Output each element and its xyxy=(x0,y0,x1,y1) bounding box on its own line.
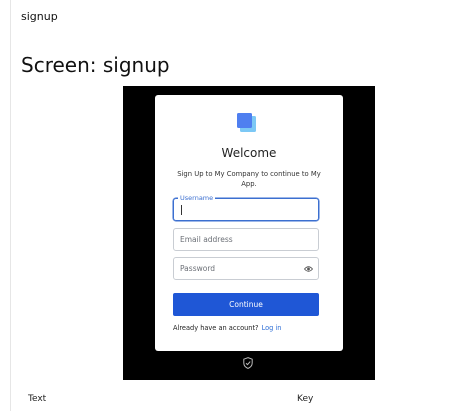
table-header-key: Key xyxy=(297,394,314,404)
login-prompt-text: Already have an account? xyxy=(173,324,259,332)
email-field[interactable] xyxy=(173,228,319,251)
left-divider xyxy=(10,0,11,411)
signup-subtitle: Sign Up to My Company to continue to My … xyxy=(177,170,321,188)
login-prompt-row: Already have an account? Log in xyxy=(173,324,281,332)
username-input[interactable] xyxy=(180,199,300,220)
screenshot-preview: Welcome Sign Up to My Company to continu… xyxy=(123,86,375,380)
continue-button[interactable]: Continue xyxy=(173,293,319,316)
signup-card: Welcome Sign Up to My Company to continu… xyxy=(155,95,343,351)
password-input[interactable] xyxy=(180,258,300,279)
welcome-heading: Welcome xyxy=(221,146,277,160)
stacked-cards-logo-icon xyxy=(236,112,257,133)
table-header-text: Text xyxy=(28,394,47,404)
password-field[interactable] xyxy=(173,257,319,280)
screen-title: Screen: signup xyxy=(21,53,170,77)
eye-icon[interactable] xyxy=(304,265,313,273)
login-link[interactable]: Log in xyxy=(262,324,282,332)
text-caret xyxy=(181,205,182,215)
page-heading: signup xyxy=(21,10,58,23)
username-field[interactable]: Username xyxy=(173,194,319,221)
shield-badge-icon xyxy=(243,357,253,369)
email-input[interactable] xyxy=(180,229,300,250)
